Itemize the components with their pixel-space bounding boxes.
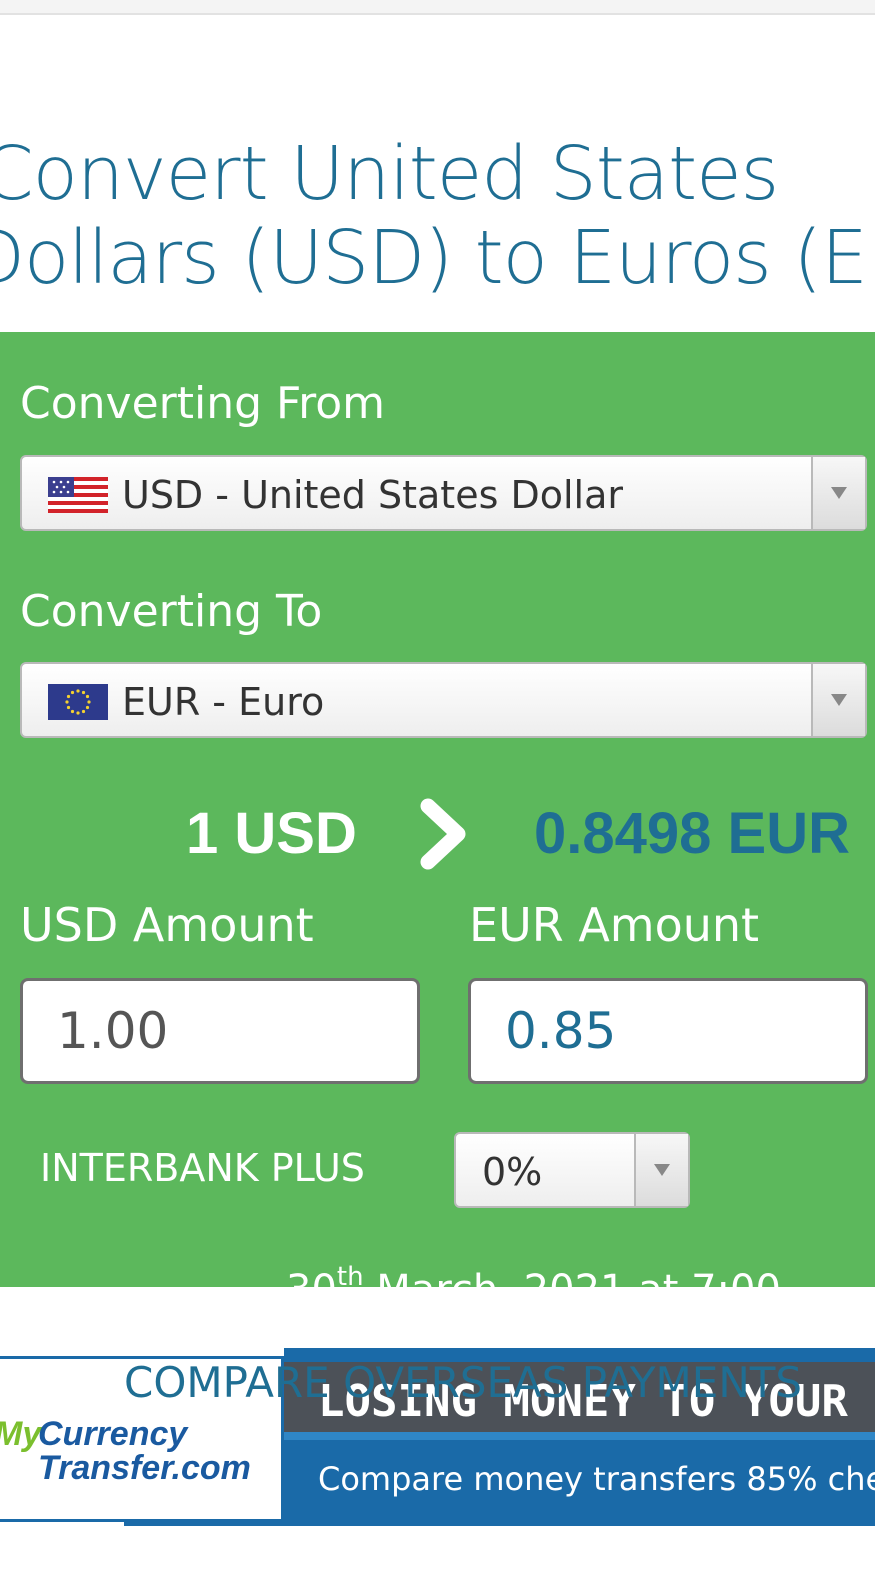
timestamp-clip: 30th March, 2021 at 7:00	[0, 1250, 875, 1287]
page-title-line2: Dollars (USD) to Euros (EUR)	[0, 215, 875, 300]
to-dropdown-button[interactable]	[811, 664, 865, 736]
to-currency-value: EUR - Euro	[122, 680, 325, 724]
ad-divider	[284, 1432, 875, 1440]
ad-logo-transfer: Transfer.com	[38, 1449, 251, 1487]
interbank-dropdown-button[interactable]	[634, 1134, 688, 1206]
top-strip	[0, 0, 875, 15]
caret-down-icon	[831, 487, 847, 499]
converting-to-label: Converting To	[20, 586, 323, 637]
timestamp-day: 30	[286, 1267, 337, 1287]
chevron-right-icon	[420, 798, 466, 870]
eur-amount-input[interactable]: 0.85	[468, 978, 868, 1084]
rate-to-text: 0.8498 EUR	[534, 801, 850, 866]
interbank-margin-select[interactable]: 0%	[454, 1132, 690, 1208]
interbank-plus-label: INTERBANK PLUS	[40, 1146, 365, 1190]
caret-down-icon	[654, 1164, 670, 1176]
from-currency-select[interactable]: USD - United States Dollar	[20, 455, 867, 531]
ad-bottom-border	[124, 1520, 875, 1526]
timestamp-rest: March, 2021 at 7:00	[364, 1267, 781, 1287]
compare-overseas-payments-link[interactable]: COMPARE OVERSEAS PAYMENTS	[124, 1358, 802, 1407]
rate-timestamp: 30th March, 2021 at 7:00	[286, 1262, 781, 1287]
eu-flag-icon	[48, 684, 108, 720]
ad-logo-my: My	[0, 1415, 42, 1453]
usd-amount-input[interactable]: 1.00	[20, 978, 420, 1084]
interbank-margin-value: 0%	[482, 1150, 543, 1194]
usd-amount-label: USD Amount	[20, 898, 314, 952]
page-title-line1: Convert United States	[0, 132, 779, 217]
page-title: Convert United States Dollars (USD) to E…	[0, 132, 875, 300]
timestamp-suffix: th	[336, 1262, 364, 1287]
rate-from-text: 1 USD	[186, 801, 357, 866]
to-currency-select[interactable]: EUR - Euro	[20, 662, 867, 738]
ad-subline: Compare money transfers 85% che	[318, 1460, 875, 1498]
converting-from-label: Converting From	[20, 378, 386, 429]
from-dropdown-button[interactable]	[811, 457, 865, 529]
eur-amount-label: EUR Amount	[469, 898, 760, 952]
caret-down-icon	[831, 694, 847, 706]
us-flag-icon	[48, 477, 108, 513]
from-currency-value: USD - United States Dollar	[122, 473, 623, 517]
